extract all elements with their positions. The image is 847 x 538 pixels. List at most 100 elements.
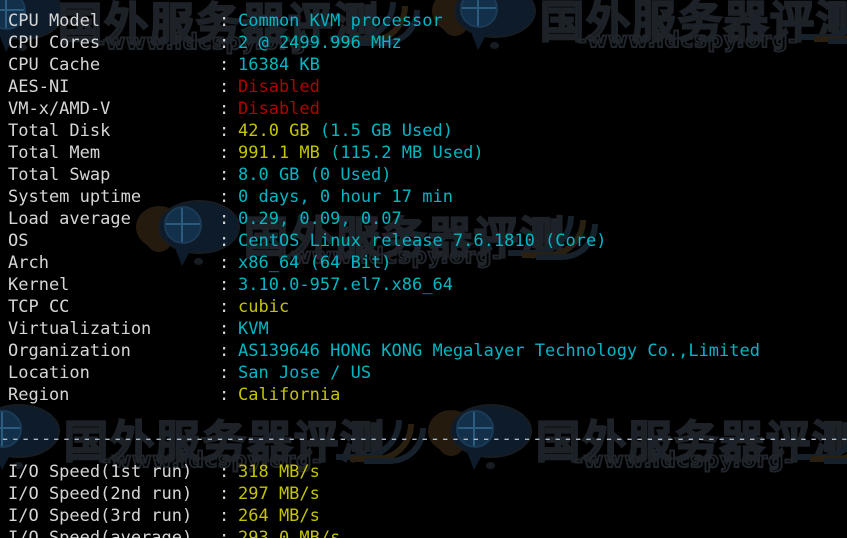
info-colon: :: [219, 528, 230, 538]
info-value: 8.0 GB (0 Used): [238, 164, 392, 186]
info-value: AS139646 HONG KONG Megalayer Technology …: [238, 340, 760, 362]
info-colon: :: [219, 55, 230, 75]
separator-middle: ----------------------------------------…: [0, 428, 847, 450]
info-value: 42.0 GB (1.5 GB Used): [238, 120, 453, 142]
info-label: CPU Cores: [8, 33, 101, 53]
info-row: I/O Speed(average):293.0 MB/s: [0, 527, 847, 538]
info-value-primary: 0.29, 0.09, 0.07: [238, 209, 402, 229]
info-row: I/O Speed(2nd run):297 MB/s: [0, 483, 847, 505]
info-row: Total Mem:991.1 MB (115.2 MB Used): [0, 142, 847, 164]
info-label: Load average: [8, 209, 131, 229]
info-row: Arch: x86_64 (64 Bit): [0, 252, 847, 274]
info-value-secondary: (1.5 GB Used): [309, 121, 453, 141]
info-value-primary: 318 MB/s: [238, 462, 320, 482]
info-row: I/O Speed(3rd run):264 MB/s: [0, 505, 847, 527]
info-label: CPU Cache: [8, 55, 101, 75]
info-label: Total Mem: [8, 143, 101, 163]
info-value: Common KVM processor: [238, 10, 443, 32]
info-colon: :: [219, 143, 230, 163]
info-label: I/O Speed(3rd run): [8, 506, 193, 526]
info-label: I/O Speed(1st run): [8, 462, 193, 482]
info-value: KVM: [238, 318, 269, 340]
terminal-window: 国外服务器评测 -www.idcspy.org- 国外服务器评测 -www.id…: [0, 0, 847, 538]
info-value-primary: x86_64 (64 Bit): [238, 253, 392, 273]
separator-top: ----------------------------------------…: [0, 0, 847, 10]
info-colon: :: [219, 506, 230, 526]
info-label: Virtualization: [8, 319, 152, 339]
info-value-primary: 293.0 MB/s: [238, 528, 341, 538]
info-label: Organization: [8, 341, 131, 361]
info-colon: :: [219, 11, 230, 31]
io-speed-block: I/O Speed(1st run):318 MB/s I/O Speed(2nd…: [0, 461, 847, 538]
info-label: Region: [8, 385, 70, 405]
system-info-block: CPU Model: Common KVM processor CPU Cores:…: [0, 10, 847, 406]
info-label: I/O Speed(average): [8, 528, 193, 538]
info-value: San Jose / US: [238, 362, 371, 384]
info-value: CentOS Linux release 7.6.1810 (Core): [238, 230, 606, 252]
info-label: Total Disk: [8, 121, 111, 141]
info-row: I/O Speed(1st run):318 MB/s: [0, 461, 847, 483]
info-value: 293.0 MB/s: [238, 527, 340, 538]
info-row: Organization: AS139646 HONG KONG Megalaye…: [0, 340, 847, 362]
info-label: Location: [8, 363, 90, 383]
info-label: Kernel: [8, 275, 70, 295]
info-colon: :: [219, 484, 230, 504]
info-label: Arch: [8, 253, 49, 273]
info-value-primary: 42.0 GB: [238, 121, 310, 141]
info-label: System uptime: [8, 187, 142, 207]
separator-dashes: ----------------------------------------…: [0, 429, 847, 449]
info-row: Location: San Jose / US: [0, 362, 847, 384]
info-row: AES-NI: Disabled: [0, 76, 847, 98]
info-row: Total Disk:42.0 GB (1.5 GB Used): [0, 120, 847, 142]
info-value: cubic: [238, 296, 289, 318]
info-colon: :: [219, 319, 230, 339]
info-value-primary: 991.1 MB: [238, 143, 320, 163]
info-colon: :: [219, 121, 230, 141]
info-value-primary: San Jose / US: [238, 363, 372, 383]
info-row: OS: CentOS Linux release 7.6.1810 (Core): [0, 230, 847, 252]
info-value: 0 days, 0 hour 17 min: [238, 186, 453, 208]
info-value-primary: CentOS Linux release 7.6.1810 (Core): [238, 231, 607, 251]
info-row: Kernel:3.10.0-957.el7.x86_64: [0, 274, 847, 296]
info-value-secondary: (115.2 MB Used): [319, 143, 484, 163]
info-row: Total Swap:8.0 GB (0 Used): [0, 164, 847, 186]
info-colon: :: [219, 462, 230, 482]
info-value-primary: Disabled: [238, 99, 320, 119]
info-value-primary: 8.0 GB (0 Used): [238, 165, 392, 185]
info-value: 16384 KB: [238, 54, 320, 76]
info-label: OS: [8, 231, 29, 251]
info-value-primary: California: [238, 385, 341, 405]
info-value-primary: AS139646 HONG KONG Megalayer Technology …: [238, 341, 760, 361]
info-row: CPU Model: Common KVM processor: [0, 10, 847, 32]
info-label: TCP CC: [8, 297, 70, 317]
info-label: CPU Model: [8, 11, 101, 31]
info-value: x86_64 (64 Bit): [238, 252, 392, 274]
info-row: System uptime:0 days, 0 hour 17 min: [0, 186, 847, 208]
info-value-primary: 0 days, 0 hour 17 min: [238, 187, 453, 207]
info-row: TCP CC: cubic: [0, 296, 847, 318]
info-colon: :: [219, 297, 230, 317]
info-colon: :: [219, 209, 230, 229]
info-colon: :: [219, 341, 230, 361]
info-label: VM-x/AMD-V: [8, 99, 111, 119]
info-value: Disabled: [238, 76, 320, 98]
info-value-primary: 264 MB/s: [238, 506, 320, 526]
info-value: 3.10.0-957.el7.x86_64: [238, 274, 453, 296]
info-row: CPU Cores:2 @ 2499.996 MHz: [0, 32, 847, 54]
info-colon: :: [219, 275, 230, 295]
info-colon: :: [219, 253, 230, 273]
info-colon: :: [219, 33, 230, 53]
info-value: 991.1 MB (115.2 MB Used): [238, 142, 484, 164]
info-colon: :: [219, 187, 230, 207]
info-row: Region: California: [0, 384, 847, 406]
info-colon: :: [219, 363, 230, 383]
info-value-primary: 2 @ 2499.996 MHz: [238, 33, 402, 53]
info-value: 2 @ 2499.996 MHz: [238, 32, 402, 54]
info-label: AES-NI: [8, 77, 70, 97]
info-colon: :: [219, 385, 230, 405]
info-value-primary: Disabled: [238, 77, 320, 97]
info-value-primary: 3.10.0-957.el7.x86_64: [238, 275, 453, 295]
info-colon: :: [219, 99, 230, 119]
